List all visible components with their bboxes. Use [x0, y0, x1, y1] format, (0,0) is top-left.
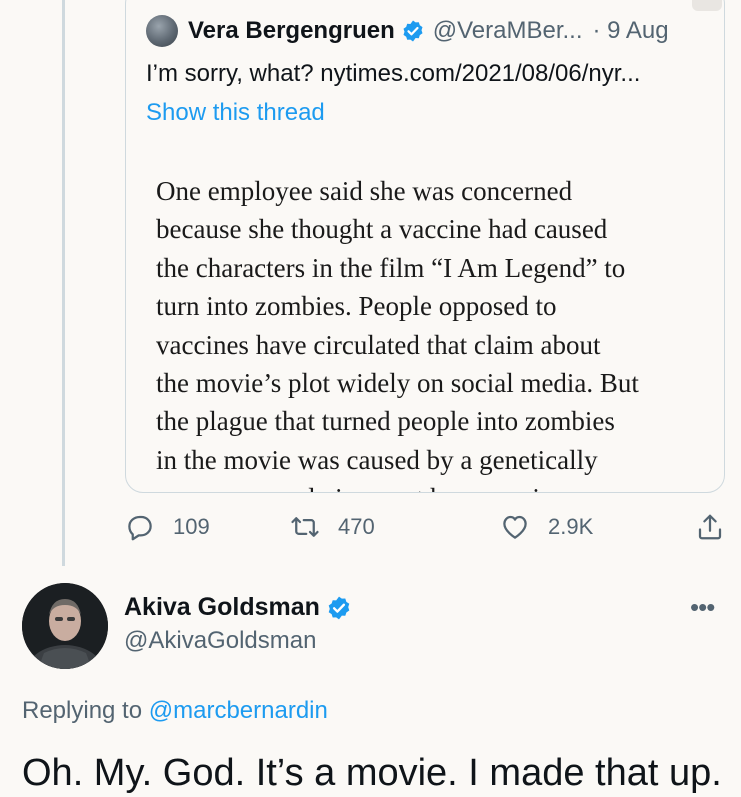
quoted-tweet-text: I’m sorry, what? nytimes.com/2021/08/06/…: [146, 60, 641, 87]
reply-author-avatar[interactable]: [22, 583, 108, 669]
avatar-photo-icon: [22, 583, 108, 669]
article-line: the movie’s plot widely on social media.…: [156, 368, 639, 399]
verified-badge-icon: [328, 596, 350, 619]
corner-menu-icon[interactable]: ···: [692, 0, 722, 11]
quoted-tweet-date[interactable]: · 9 Aug: [593, 17, 669, 45]
verified-badge-icon: [403, 20, 423, 42]
article-line: in the movie was caused by a genetically: [156, 444, 598, 475]
article-line: the plague that turned people into zombi…: [156, 406, 615, 437]
show-thread-link[interactable]: Show this thread: [146, 99, 325, 127]
reply-author-avatar-wrap[interactable]: [22, 583, 108, 669]
share-button[interactable]: [695, 512, 741, 542]
article-line: the characters in the film “I Am Legend”…: [156, 252, 626, 283]
tweet-action-bar: 109 470 2.9K: [125, 512, 730, 552]
heart-icon: [503, 515, 527, 539]
reply-tweet-text: Oh. My. God. It’s a movie. I made that u…: [22, 752, 722, 794]
article-line: reprogrammed virus, not by a vaccine.: [156, 479, 716, 492]
article-screenshot-image: One employee said she was concerned beca…: [156, 172, 716, 492]
retweet-icon: [291, 517, 319, 537]
like-button[interactable]: 2.9K: [500, 512, 593, 542]
article-line: vaccines have circulated that claim abou…: [156, 329, 601, 360]
quoted-author-handle[interactable]: @VeraMBer...: [433, 17, 583, 45]
thread-connector-line: [62, 0, 65, 566]
reply-author-name[interactable]: Akiva Goldsman: [124, 593, 320, 622]
article-line: because she thought a vaccine had caused: [156, 214, 608, 245]
more-options-icon[interactable]: •••: [690, 592, 715, 623]
quoted-tweet-header: Vera Bergengruen @VeraMBer... · 9 Aug: [146, 15, 669, 47]
replying-to-line: Replying to @marcbernardin: [22, 697, 328, 725]
retweet-count: 470: [338, 514, 375, 539]
reply-count: 109: [173, 514, 210, 539]
reply-icon: [128, 515, 152, 541]
quoted-author-avatar[interactable]: [146, 15, 178, 47]
article-line: One employee said she was concerned: [156, 176, 573, 206]
quoted-author-name[interactable]: Vera Bergengruen: [188, 17, 395, 45]
replying-to-mention-link[interactable]: @marcbernardin: [149, 697, 328, 724]
article-line: turn into zombies. People opposed to: [156, 291, 557, 322]
like-count: 2.9K: [548, 514, 594, 539]
retweet-button[interactable]: 470: [290, 512, 375, 542]
reply-author-name-row[interactable]: Akiva Goldsman: [124, 593, 360, 622]
reply-author-handle[interactable]: @AkivaGoldsman: [124, 627, 316, 655]
quoted-tweet-card[interactable]: ··· Vera Bergengruen @VeraMBer... · 9 Au…: [125, 0, 725, 493]
share-icon: [698, 514, 722, 540]
replying-to-label: Replying to: [22, 697, 143, 724]
reply-button[interactable]: 109: [125, 512, 210, 542]
